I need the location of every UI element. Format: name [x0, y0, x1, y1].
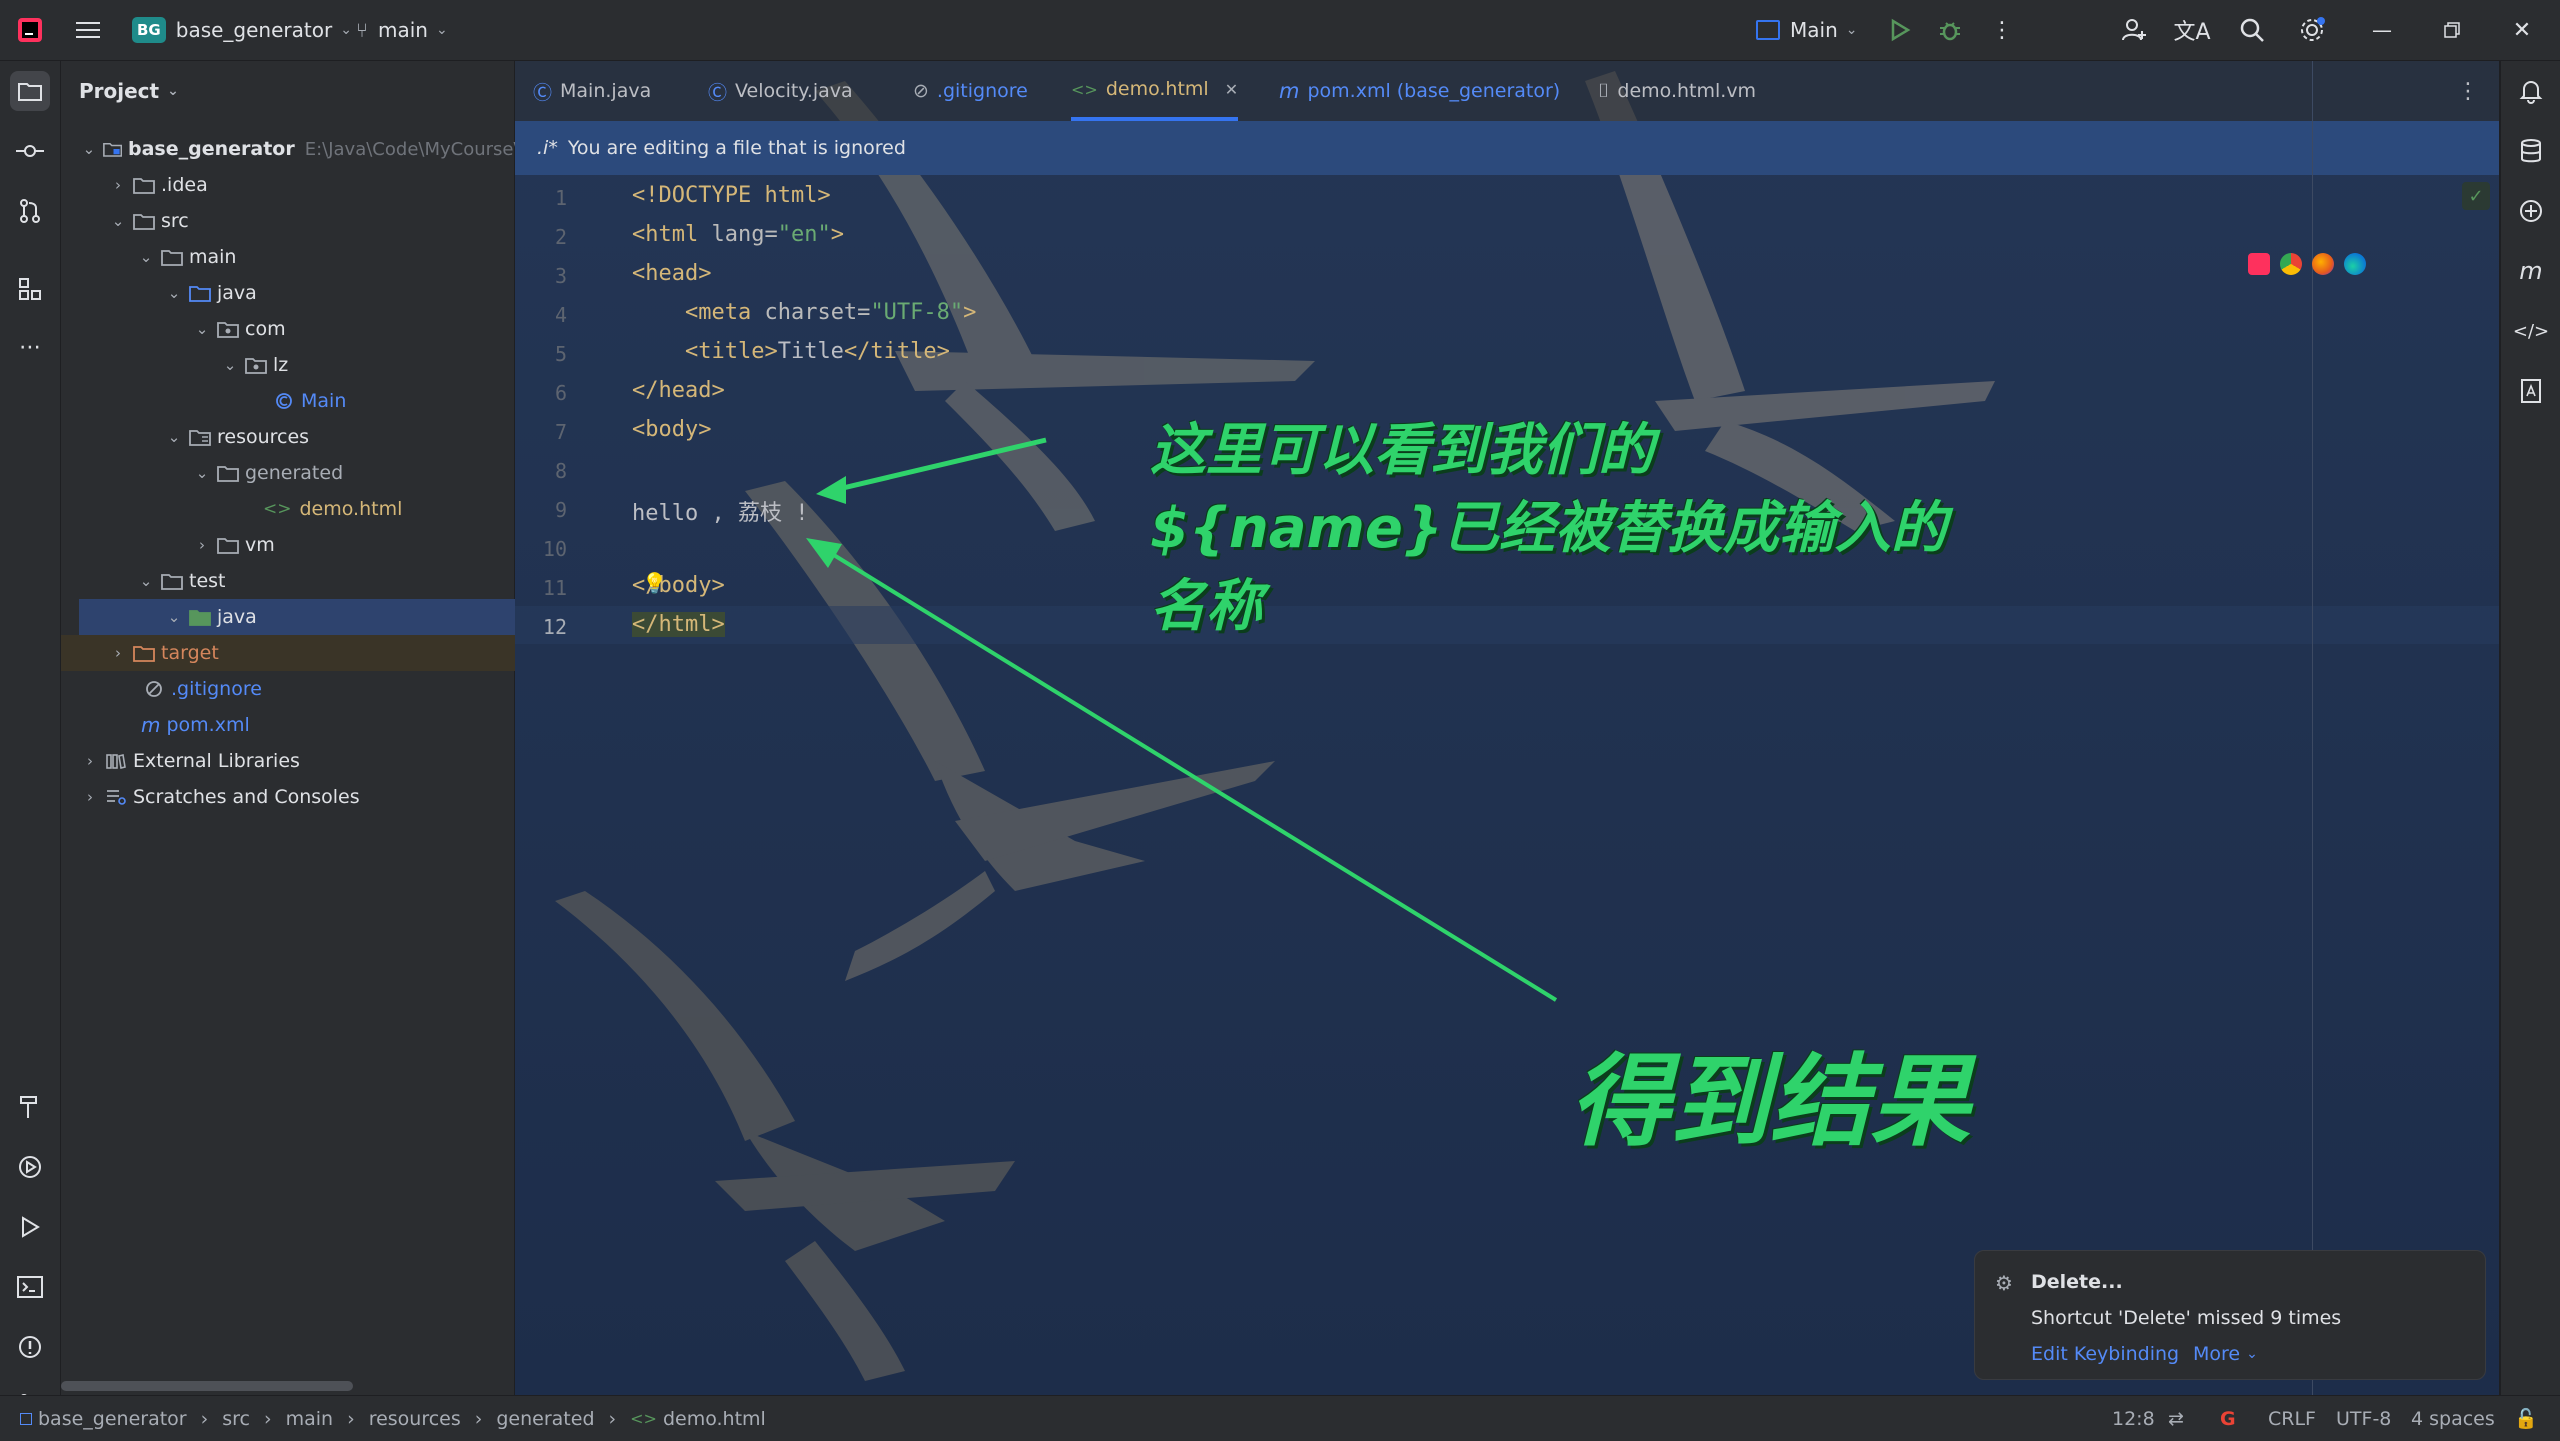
- indent-setting[interactable]: 4 spaces: [2411, 1396, 2495, 1441]
- notification-popup: ⚙ Delete... Shortcut 'Delete' missed 9 t…: [1974, 1250, 2486, 1380]
- chevron-right-icon: ›: [474, 1407, 483, 1430]
- annotation-line: ${name}已经被替换成输入的: [1150, 496, 1947, 561]
- notification-title: Delete...: [2031, 1271, 2123, 1293]
- database-icon[interactable]: [2511, 131, 2551, 171]
- chevron-right-icon: ›: [263, 1407, 272, 1430]
- right-tool-strip: m </>: [2500, 61, 2560, 1395]
- notifications-icon[interactable]: [2511, 71, 2551, 111]
- maven-tool-icon[interactable]: m: [2511, 251, 2551, 291]
- breadcrumb-item[interactable]: src: [222, 1408, 250, 1430]
- more-link-label: More: [2193, 1343, 2241, 1365]
- status-bar: base_generator › src › main › resources …: [0, 1395, 2560, 1441]
- breadcrumb-item[interactable]: resources: [369, 1408, 461, 1430]
- edit-keybinding-link[interactable]: Edit Keybinding: [2031, 1343, 2179, 1365]
- settings-gear-icon: ⚙: [1995, 1271, 2013, 1295]
- annotation-line: 名称: [1150, 574, 1262, 639]
- text-assistant-icon[interactable]: [2511, 371, 2551, 411]
- arrow-head-top: [816, 476, 846, 504]
- lock-icon[interactable]: 🔓: [2514, 1396, 2538, 1441]
- chevron-down-icon: ⌄: [2246, 1346, 2258, 1362]
- module-icon: [20, 1412, 32, 1425]
- breadcrumb-item[interactable]: demo.html: [663, 1408, 766, 1430]
- chevron-right-icon: ›: [200, 1407, 209, 1430]
- google-icon[interactable]: G: [2220, 1396, 2236, 1441]
- breadcrumb: base_generator › src › main › resources …: [20, 1396, 766, 1441]
- more-link[interactable]: More ⌄: [2193, 1343, 2258, 1365]
- notification-body: Shortcut 'Delete' missed 9 times: [2031, 1307, 2342, 1329]
- annotation-note: 这里可以看到我们的 ${name}已经被替换成输入的 名称: [1150, 412, 1947, 646]
- file-encoding[interactable]: UTF-8: [2336, 1396, 2391, 1441]
- html-file-icon: <>: [630, 1409, 657, 1428]
- ai-assistant-icon[interactable]: [2511, 191, 2551, 231]
- breadcrumb-item[interactable]: main: [286, 1408, 333, 1430]
- breadcrumb-item[interactable]: base_generator: [38, 1408, 187, 1430]
- annotation-result: 得到结果: [1570, 1043, 1970, 1160]
- arrow-head-bottom: [806, 538, 842, 568]
- chevron-right-icon: ›: [608, 1407, 617, 1430]
- annotation-arrows: [806, 437, 1558, 1002]
- line-separator[interactable]: CRLF: [2268, 1396, 2316, 1441]
- caret-position[interactable]: 12:8: [2112, 1396, 2155, 1441]
- annotation-line: 这里可以看到我们的: [1150, 418, 1654, 483]
- endpoints-icon[interactable]: </>: [2511, 311, 2551, 351]
- breadcrumb-item[interactable]: generated: [496, 1408, 594, 1430]
- chevron-right-icon: ›: [347, 1407, 355, 1430]
- arrow-line-top: [825, 437, 1047, 495]
- vcs-sync-icon[interactable]: ⇄: [2168, 1396, 2184, 1441]
